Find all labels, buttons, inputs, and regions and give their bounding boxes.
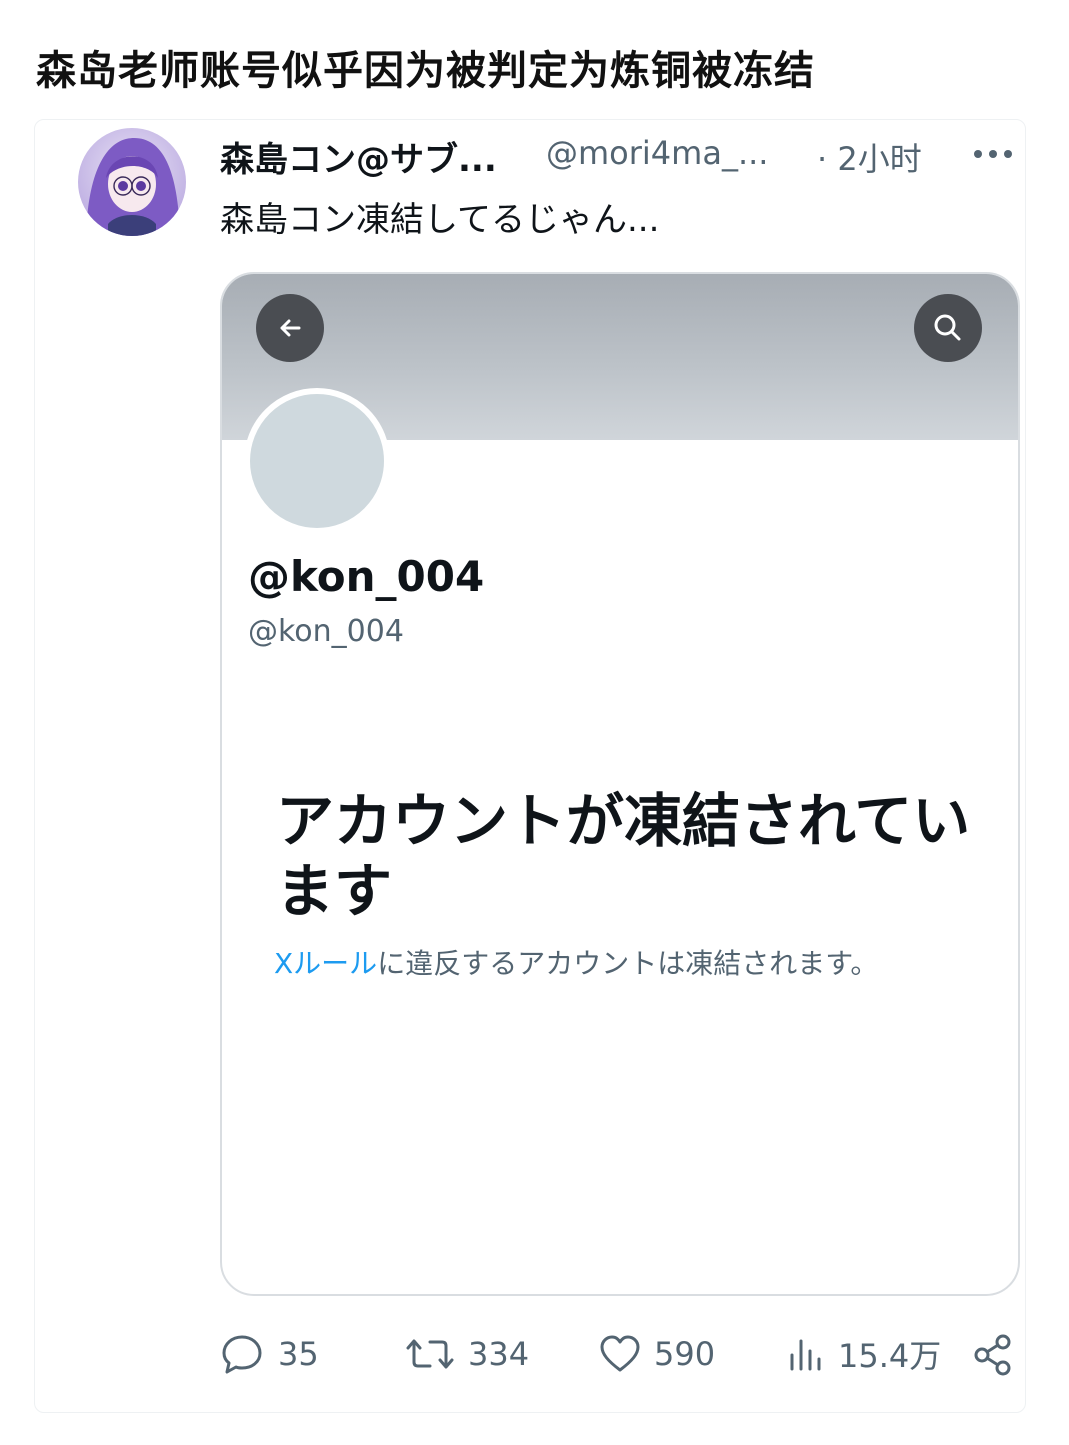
retweet-count: 334 [468,1335,530,1373]
avatar[interactable] [78,128,186,236]
display-name[interactable]: 森島コン@サブ... [220,132,497,181]
tweet-header: 森島コン@サブ... @mori4ma_... · 2小时 [220,132,1020,180]
tweet-actions: 35 334 590 15.4万 [220,1326,1020,1382]
arrow-left-icon [280,319,301,337]
tweet-text: 森島コン凍結してるじゃん... [220,200,660,240]
bar-chart-icon [790,1339,821,1371]
embedded-screenshot[interactable]: @kon_004 @kon_004 アカウントが凍結されています Xルールに違反… [220,272,1020,1296]
tweet-timestamp[interactable]: · 2小时 [817,134,922,180]
user-handle[interactable]: @mori4ma_... [546,134,768,172]
view-count: 15.4万 [838,1337,942,1375]
profile-handle: @kon_004 [248,614,404,649]
profile-avatar-placeholder [244,388,390,534]
views-button[interactable]: 15.4万 [786,1326,941,1382]
reply-button[interactable]: 35 [220,1326,319,1382]
search-icon [934,314,961,341]
like-count: 590 [654,1335,716,1373]
reply-count: 35 [278,1335,319,1373]
retweet-icon [406,1339,454,1369]
x-rules-link[interactable]: Xルール [274,947,377,980]
heart-icon [600,1335,640,1372]
retweet-button[interactable]: 334 [404,1326,529,1382]
back-button[interactable] [256,294,324,362]
search-button[interactable] [914,294,982,362]
share-button[interactable] [972,1334,1014,1376]
suspension-explanation: Xルールに違反するアカウントは凍結されます。 [274,942,878,982]
comment-icon [222,1335,262,1374]
suspended-title: アカウントが凍結されています [276,787,971,925]
more-horizontal-icon[interactable] [972,144,1014,164]
profile-name: @kon_004 [248,552,485,601]
like-button[interactable]: 590 [598,1326,715,1382]
suspension-explanation-text: に違反するアカウントは凍結されます。 [377,947,879,980]
share-icon [974,1334,1011,1376]
article-headline: 森岛老师账号似乎因为被判定为炼铜被冻结 [36,48,815,94]
